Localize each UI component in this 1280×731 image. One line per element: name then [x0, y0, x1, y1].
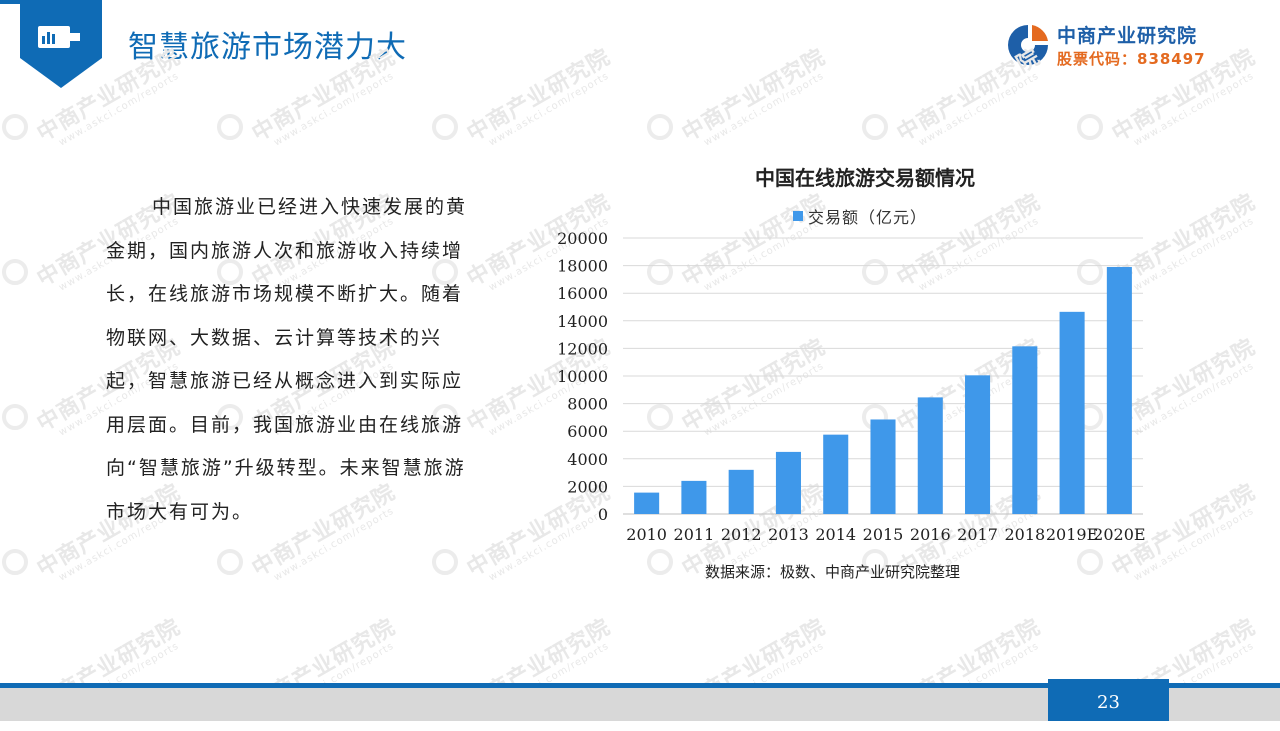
- watermark-logo-icon: [2, 549, 28, 575]
- y-tick-label: 6000: [567, 422, 608, 441]
- x-tick-label: 2012: [721, 525, 762, 544]
- bar-2019E: [1059, 311, 1085, 514]
- x-tick-label: 2014: [815, 525, 856, 544]
- watermark-logo-icon: [432, 114, 458, 140]
- y-tick-label: 10000: [557, 367, 608, 386]
- watermark-logo-icon: [217, 114, 243, 140]
- x-tick-label: 2010: [626, 525, 667, 544]
- x-tick-label: 2020E: [1093, 525, 1145, 544]
- x-tick-label: 2015: [863, 525, 904, 544]
- y-tick-label: 0: [598, 505, 608, 524]
- watermark-logo-icon: [862, 114, 888, 140]
- watermark-text: 中商产业研究院www.askci.com/reports: [463, 44, 615, 149]
- bar-chart: 0 2000 4000 6000 8000 10000 12000 14000 16000 180…: [557, 229, 1145, 544]
- y-tick-label: 14000: [557, 312, 608, 331]
- legend-swatch: [793, 211, 803, 221]
- x-tick-label: 2013: [768, 525, 809, 544]
- y-tick-label: 4000: [567, 450, 608, 469]
- page-title: 智慧旅游市场潜力大: [128, 30, 407, 65]
- bar-2010: [634, 492, 660, 514]
- x-tick-label: 2016: [910, 525, 951, 544]
- y-tick-label: 8000: [567, 395, 608, 414]
- watermark-logo-icon: [217, 549, 243, 575]
- y-tick-label: 16000: [557, 284, 608, 303]
- bar-2015: [870, 419, 896, 514]
- logo-mark-icon: [1008, 25, 1048, 65]
- watermark-text: 中商产业研究院www.askci.com/reports: [678, 44, 830, 149]
- x-tick-label: 2019E: [1046, 525, 1098, 544]
- watermark-logo-icon: [2, 404, 28, 430]
- bar-2020E: [1106, 266, 1132, 514]
- bar-2013: [775, 451, 801, 514]
- watermark-logo-icon: [2, 259, 28, 285]
- watermark-logo-icon: [1077, 114, 1103, 140]
- y-tick-label: 18000: [557, 257, 608, 276]
- data-source: 数据来源：极数、中商产业研究院整理: [705, 563, 961, 581]
- x-tick-label: 2017: [957, 525, 998, 544]
- bar-2018: [1012, 346, 1038, 514]
- header-badge: [20, 0, 102, 88]
- x-tick-label: 2018: [1004, 525, 1045, 544]
- watermark-logo-icon: [432, 549, 458, 575]
- logo-name: 中商产业研究院: [1057, 25, 1198, 47]
- bar-2014: [823, 434, 849, 514]
- page-number: 23: [1097, 692, 1120, 713]
- company-logo: 中商产业研究院 股票代码：838497: [1005, 22, 1235, 72]
- watermark-logo-icon: [647, 114, 673, 140]
- bar-2016: [917, 397, 943, 514]
- y-tick-label: 20000: [557, 229, 608, 248]
- bar-2017: [965, 375, 991, 514]
- watermark-logo-icon: [2, 114, 28, 140]
- y-tick-label: 2000: [567, 477, 608, 496]
- stock-code: 股票代码：838497: [1057, 50, 1206, 68]
- chart-title: 中国在线旅游交易额情况: [755, 166, 975, 190]
- body-paragraph: 中国旅游业已经进入快速发展的黄金期，国内旅游人次和旅游收入持续增长，在线旅游市场…: [106, 196, 468, 523]
- page-number-box: 23: [1048, 679, 1169, 721]
- bar-2012: [728, 469, 754, 514]
- x-tick-label: 2011: [674, 525, 715, 544]
- y-tick-label: 12000: [557, 339, 608, 358]
- bar-2011: [681, 480, 707, 514]
